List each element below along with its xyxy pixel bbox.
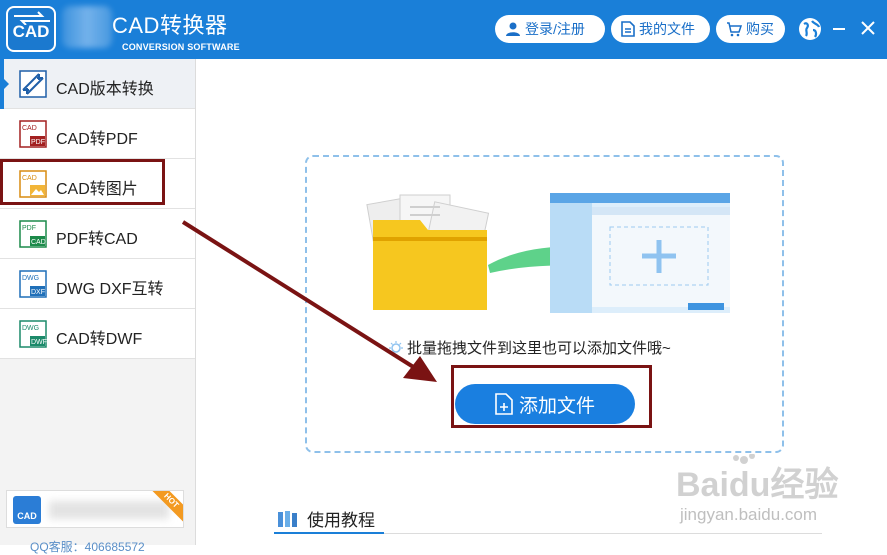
tutorial-label: 使用教程: [307, 511, 375, 530]
sidebar: CAD版本转换 CAD PDF CAD转PDF CAD CAD转图片 PDF C…: [0, 59, 196, 545]
watermark-url: jingyan.baidu.com: [680, 505, 818, 524]
sidebar-item-label: DWG DXF互转: [56, 281, 164, 298]
buy-button[interactable]: 购买: [716, 15, 785, 43]
sidebar-item-label: PDF转CAD: [56, 231, 138, 248]
sidebar-item-label: CAD转PDF: [56, 131, 138, 148]
qq-support[interactable]: QQ客服：406685572: [30, 538, 145, 555]
svg-text:CAD: CAD: [31, 239, 46, 246]
svg-text:DXF: DXF: [31, 289, 45, 296]
my-files-button[interactable]: 我的文件: [611, 15, 710, 43]
close-icon[interactable]: [860, 20, 876, 36]
app-logo: CAD: [6, 6, 56, 52]
highlight-box-add-button: [451, 365, 652, 428]
logo-text: CAD: [12, 22, 50, 41]
svg-text:Baidu经验: Baidu经验: [676, 465, 838, 504]
pdf-to-cad-icon: PDF CAD: [19, 220, 47, 248]
tutorial-underline: [274, 532, 822, 534]
document-icon: [621, 21, 635, 37]
promo-banner[interactable]: CAD HOT: [6, 490, 184, 528]
app-subtitle: CONVERSION SOFTWARE: [122, 42, 240, 52]
cad-to-pdf-icon: CAD PDF: [19, 120, 47, 148]
sidebar-item-pdf-to-cad[interactable]: PDF CAD PDF转CAD: [0, 209, 195, 259]
sidebar-item-dwg-dxf[interactable]: DWG DXF DWG DXF互转: [0, 259, 195, 309]
my-files-label: 我的文件: [639, 21, 695, 37]
cad-version-icon: [19, 70, 47, 98]
buy-label: 购买: [746, 21, 774, 37]
svg-text:DWG: DWG: [22, 325, 39, 332]
dwg-dxf-icon: DWG DXF: [19, 270, 47, 298]
svg-text:PDF: PDF: [31, 139, 45, 146]
active-indicator: [0, 59, 9, 109]
svg-text:DWG: DWG: [22, 275, 39, 282]
globe-icon[interactable]: [797, 16, 823, 47]
title-bar: CAD CAD转换器 CONVERSION SOFTWARE 登录/注册 我的文…: [0, 0, 887, 59]
sidebar-item-cad-to-dwf[interactable]: DWG DWF CAD转DWF: [0, 309, 195, 359]
sidebar-item-label: CAD版本转换: [56, 81, 154, 98]
user-icon: [505, 21, 521, 37]
promo-app-icon: CAD: [13, 496, 41, 524]
login-register-label: 登录/注册: [525, 21, 585, 37]
books-icon: [277, 510, 299, 528]
cart-icon: [726, 21, 742, 37]
svg-text:DWF: DWF: [31, 339, 47, 346]
highlight-box-sidebar: [0, 159, 165, 205]
sidebar-item-cad-to-pdf[interactable]: CAD PDF CAD转PDF: [0, 109, 195, 159]
app-title: CAD转换器: [112, 13, 228, 38]
drag-hint-text: 批量拖拽文件到这里也可以添加文件哦~: [407, 340, 671, 357]
svg-text:PDF: PDF: [22, 225, 36, 232]
login-register-button[interactable]: 登录/注册: [495, 15, 605, 43]
cad-to-dwf-icon: DWG DWF: [19, 320, 47, 348]
sidebar-item-cad-version[interactable]: CAD版本转换: [0, 59, 195, 109]
tutorial-section-title[interactable]: 使用教程: [277, 506, 375, 531]
blurred-brand-name: [62, 6, 112, 48]
annotation-arrow: [181, 220, 437, 382]
sidebar-item-label: CAD转DWF: [56, 331, 143, 348]
minimize-icon[interactable]: [833, 28, 845, 30]
app-window-icon: [550, 193, 730, 313]
blurred-promo-text: [49, 501, 169, 519]
svg-text:CAD: CAD: [22, 125, 37, 132]
